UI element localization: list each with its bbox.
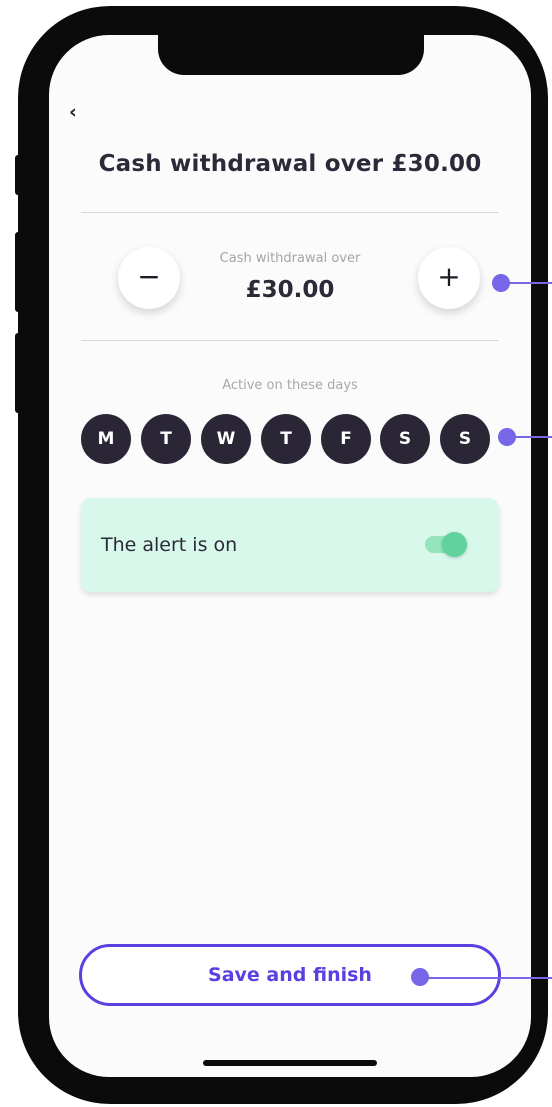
alert-toggle[interactable]: [425, 532, 467, 557]
page: ‹ Cash withdrawal over £30.00 − Cash wit…: [0, 0, 552, 1107]
alert-toggle-knob: [442, 532, 467, 557]
amount-value: £30.00: [245, 277, 335, 303]
day-toggle-wednesday[interactable]: W: [201, 414, 251, 464]
day-toggle-saturday[interactable]: S: [380, 414, 430, 464]
day-toggle-thursday[interactable]: T: [261, 414, 311, 464]
day-toggle-sunday[interactable]: S: [440, 414, 490, 464]
chevron-left-icon: ‹: [69, 101, 77, 123]
increase-amount-button[interactable]: +: [418, 247, 480, 309]
middle-divider: [81, 340, 499, 341]
back-button[interactable]: ‹: [69, 100, 85, 124]
day-toggle-monday[interactable]: M: [81, 414, 131, 464]
plus-icon: +: [437, 260, 461, 293]
page-title: Cash withdrawal over £30.00: [98, 151, 482, 177]
callout-dot-amount: [492, 274, 510, 292]
alert-status-text: The alert is on: [101, 534, 238, 556]
callout-line-save: [428, 977, 552, 979]
minus-icon: −: [137, 260, 161, 293]
home-indicator: [203, 1060, 377, 1066]
day-toggle-tuesday[interactable]: T: [141, 414, 191, 464]
callout-line-days: [512, 436, 552, 438]
alert-status-card: The alert is on: [81, 498, 499, 592]
day-toggle-friday[interactable]: F: [321, 414, 371, 464]
phone-notch: [158, 30, 424, 75]
callout-dot-save: [411, 968, 429, 986]
decrease-amount-button[interactable]: −: [118, 247, 180, 309]
top-divider: [81, 212, 499, 213]
amount-label: Cash withdrawal over: [219, 251, 361, 266]
callout-dot-days: [498, 428, 516, 446]
save-and-finish-button[interactable]: Save and finish: [79, 944, 501, 1006]
active-days-label: Active on these days: [222, 378, 358, 393]
callout-line-amount: [506, 282, 552, 284]
